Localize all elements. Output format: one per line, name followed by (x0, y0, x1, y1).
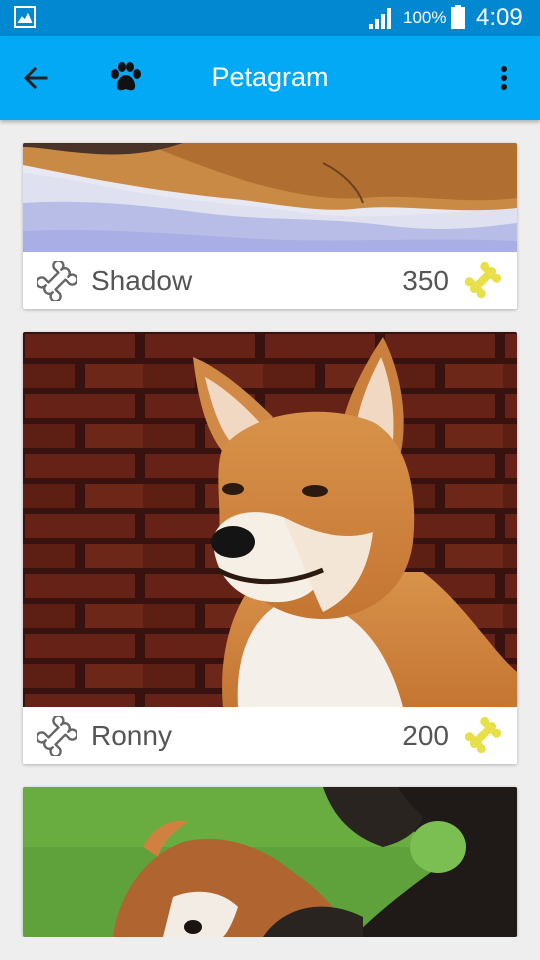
pet-card[interactable]: Ronny 200 (23, 332, 517, 764)
pet-card[interactable] (23, 787, 517, 937)
bone-like-icon[interactable] (465, 262, 501, 298)
like-count: 200 (402, 720, 449, 751)
bone-outline-icon[interactable] (37, 261, 77, 301)
pet-name: Shadow (91, 265, 193, 296)
gallery-icon (14, 6, 36, 28)
clock: 4:09 (476, 4, 523, 31)
pet-feed[interactable]: Shadow 350 Ronny 200 (0, 120, 540, 937)
app-title: Petagram (211, 62, 329, 92)
pet-card[interactable]: Shadow 350 (23, 143, 517, 309)
overflow-menu-button[interactable] (488, 58, 520, 98)
bone-outline-icon[interactable] (37, 716, 77, 756)
overflow-menu-icon (501, 66, 507, 90)
bottom-spacer (0, 937, 540, 960)
battery-percent: 100% (403, 8, 447, 27)
pet-name: Ronny (91, 720, 172, 751)
app-bar: Petagram (0, 36, 540, 120)
status-bar: 100% 4:09 (0, 0, 540, 36)
pet-photo[interactable] (23, 332, 517, 707)
like-count: 350 (402, 265, 449, 296)
signal-icon (369, 8, 391, 29)
pet-photo[interactable] (23, 143, 517, 252)
battery-icon (451, 5, 465, 29)
pet-photo[interactable] (23, 787, 517, 937)
pet-card-footer: Ronny 200 (23, 707, 517, 764)
bone-like-icon[interactable] (465, 717, 501, 753)
pet-card-footer: Shadow 350 (23, 252, 517, 309)
